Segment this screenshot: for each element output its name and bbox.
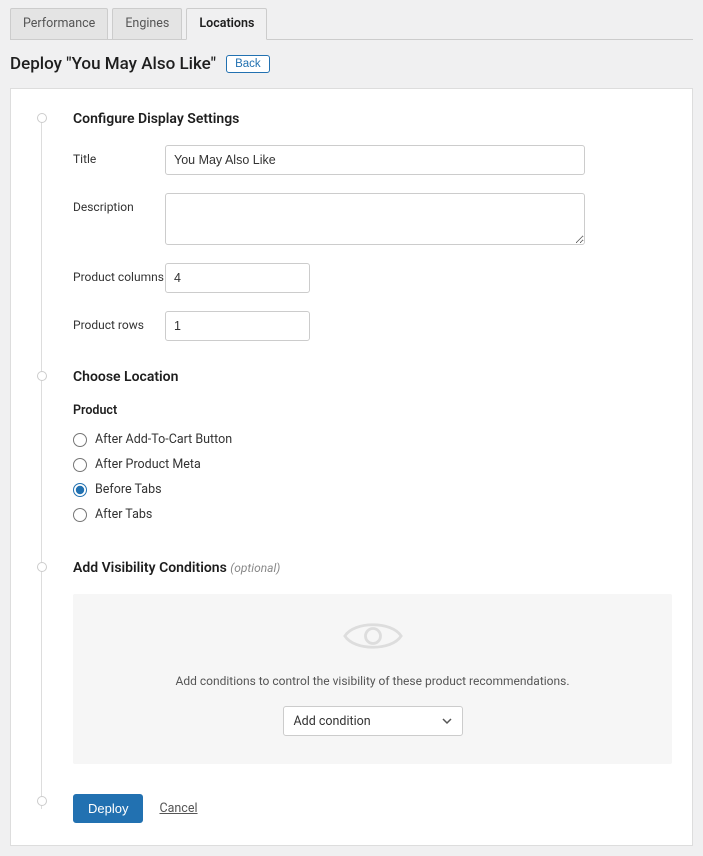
radio-input-before-tabs[interactable] <box>73 483 87 497</box>
radio-label: After Product Meta <box>95 457 201 472</box>
add-condition-select[interactable]: Add condition <box>283 706 463 736</box>
rows-input[interactable] <box>165 311 310 341</box>
radio-input-after-meta[interactable] <box>73 458 87 472</box>
description-label: Description <box>73 193 165 214</box>
location-title: Choose Location <box>73 369 672 385</box>
add-condition-label: Add condition <box>294 714 371 729</box>
cancel-link[interactable]: Cancel <box>159 801 197 816</box>
step-dot <box>37 562 47 572</box>
visibility-title: Add Visibility Conditions (optional) <box>73 560 672 576</box>
visibility-help-text: Add conditions to control the visibility… <box>93 674 652 688</box>
step-location: Choose Location Product After Add-To-Car… <box>73 369 672 560</box>
columns-label: Product columns <box>73 263 165 284</box>
tabs: Performance Engines Locations <box>10 8 693 40</box>
columns-input[interactable] <box>165 263 310 293</box>
chevron-down-icon <box>442 716 452 726</box>
step-dot <box>37 796 47 806</box>
configure-title: Configure Display Settings <box>73 111 672 127</box>
timeline-line <box>41 117 42 809</box>
deploy-button[interactable]: Deploy <box>73 794 143 823</box>
radio-input-after-tabs[interactable] <box>73 508 87 522</box>
step-visibility: Add Visibility Conditions (optional) Add… <box>73 560 672 792</box>
radio-input-after-addtocart[interactable] <box>73 433 87 447</box>
step-dot <box>37 113 47 123</box>
page-heading: Deploy "You May Also Like" Back <box>10 54 693 74</box>
title-input[interactable] <box>165 145 585 175</box>
visibility-title-text: Add Visibility Conditions <box>73 560 227 576</box>
main-panel: Configure Display Settings Title Descrip… <box>10 88 693 846</box>
eye-icon <box>343 616 403 656</box>
radio-after-tabs[interactable]: After Tabs <box>73 507 672 522</box>
visibility-box: Add conditions to control the visibility… <box>73 594 672 764</box>
location-group-heading: Product <box>73 403 672 418</box>
radio-label: After Tabs <box>95 507 152 522</box>
radio-label: After Add-To-Cart Button <box>95 432 232 447</box>
description-input[interactable] <box>165 193 585 245</box>
radio-label: Before Tabs <box>95 482 162 497</box>
title-label: Title <box>73 145 165 166</box>
page-title: Deploy "You May Also Like" <box>10 54 216 74</box>
step-configure: Configure Display Settings Title Descrip… <box>73 111 672 369</box>
radio-before-tabs[interactable]: Before Tabs <box>73 482 672 497</box>
tab-performance[interactable]: Performance <box>10 8 108 39</box>
back-button[interactable]: Back <box>226 55 270 73</box>
radio-after-meta[interactable]: After Product Meta <box>73 457 672 472</box>
visibility-optional-text: (optional) <box>230 561 280 575</box>
step-actions: Deploy Cancel <box>73 794 672 823</box>
tab-engines[interactable]: Engines <box>112 8 182 39</box>
tab-locations[interactable]: Locations <box>186 8 267 40</box>
step-dot <box>37 371 47 381</box>
rows-label: Product rows <box>73 311 165 332</box>
radio-after-addtocart[interactable]: After Add-To-Cart Button <box>73 432 672 447</box>
